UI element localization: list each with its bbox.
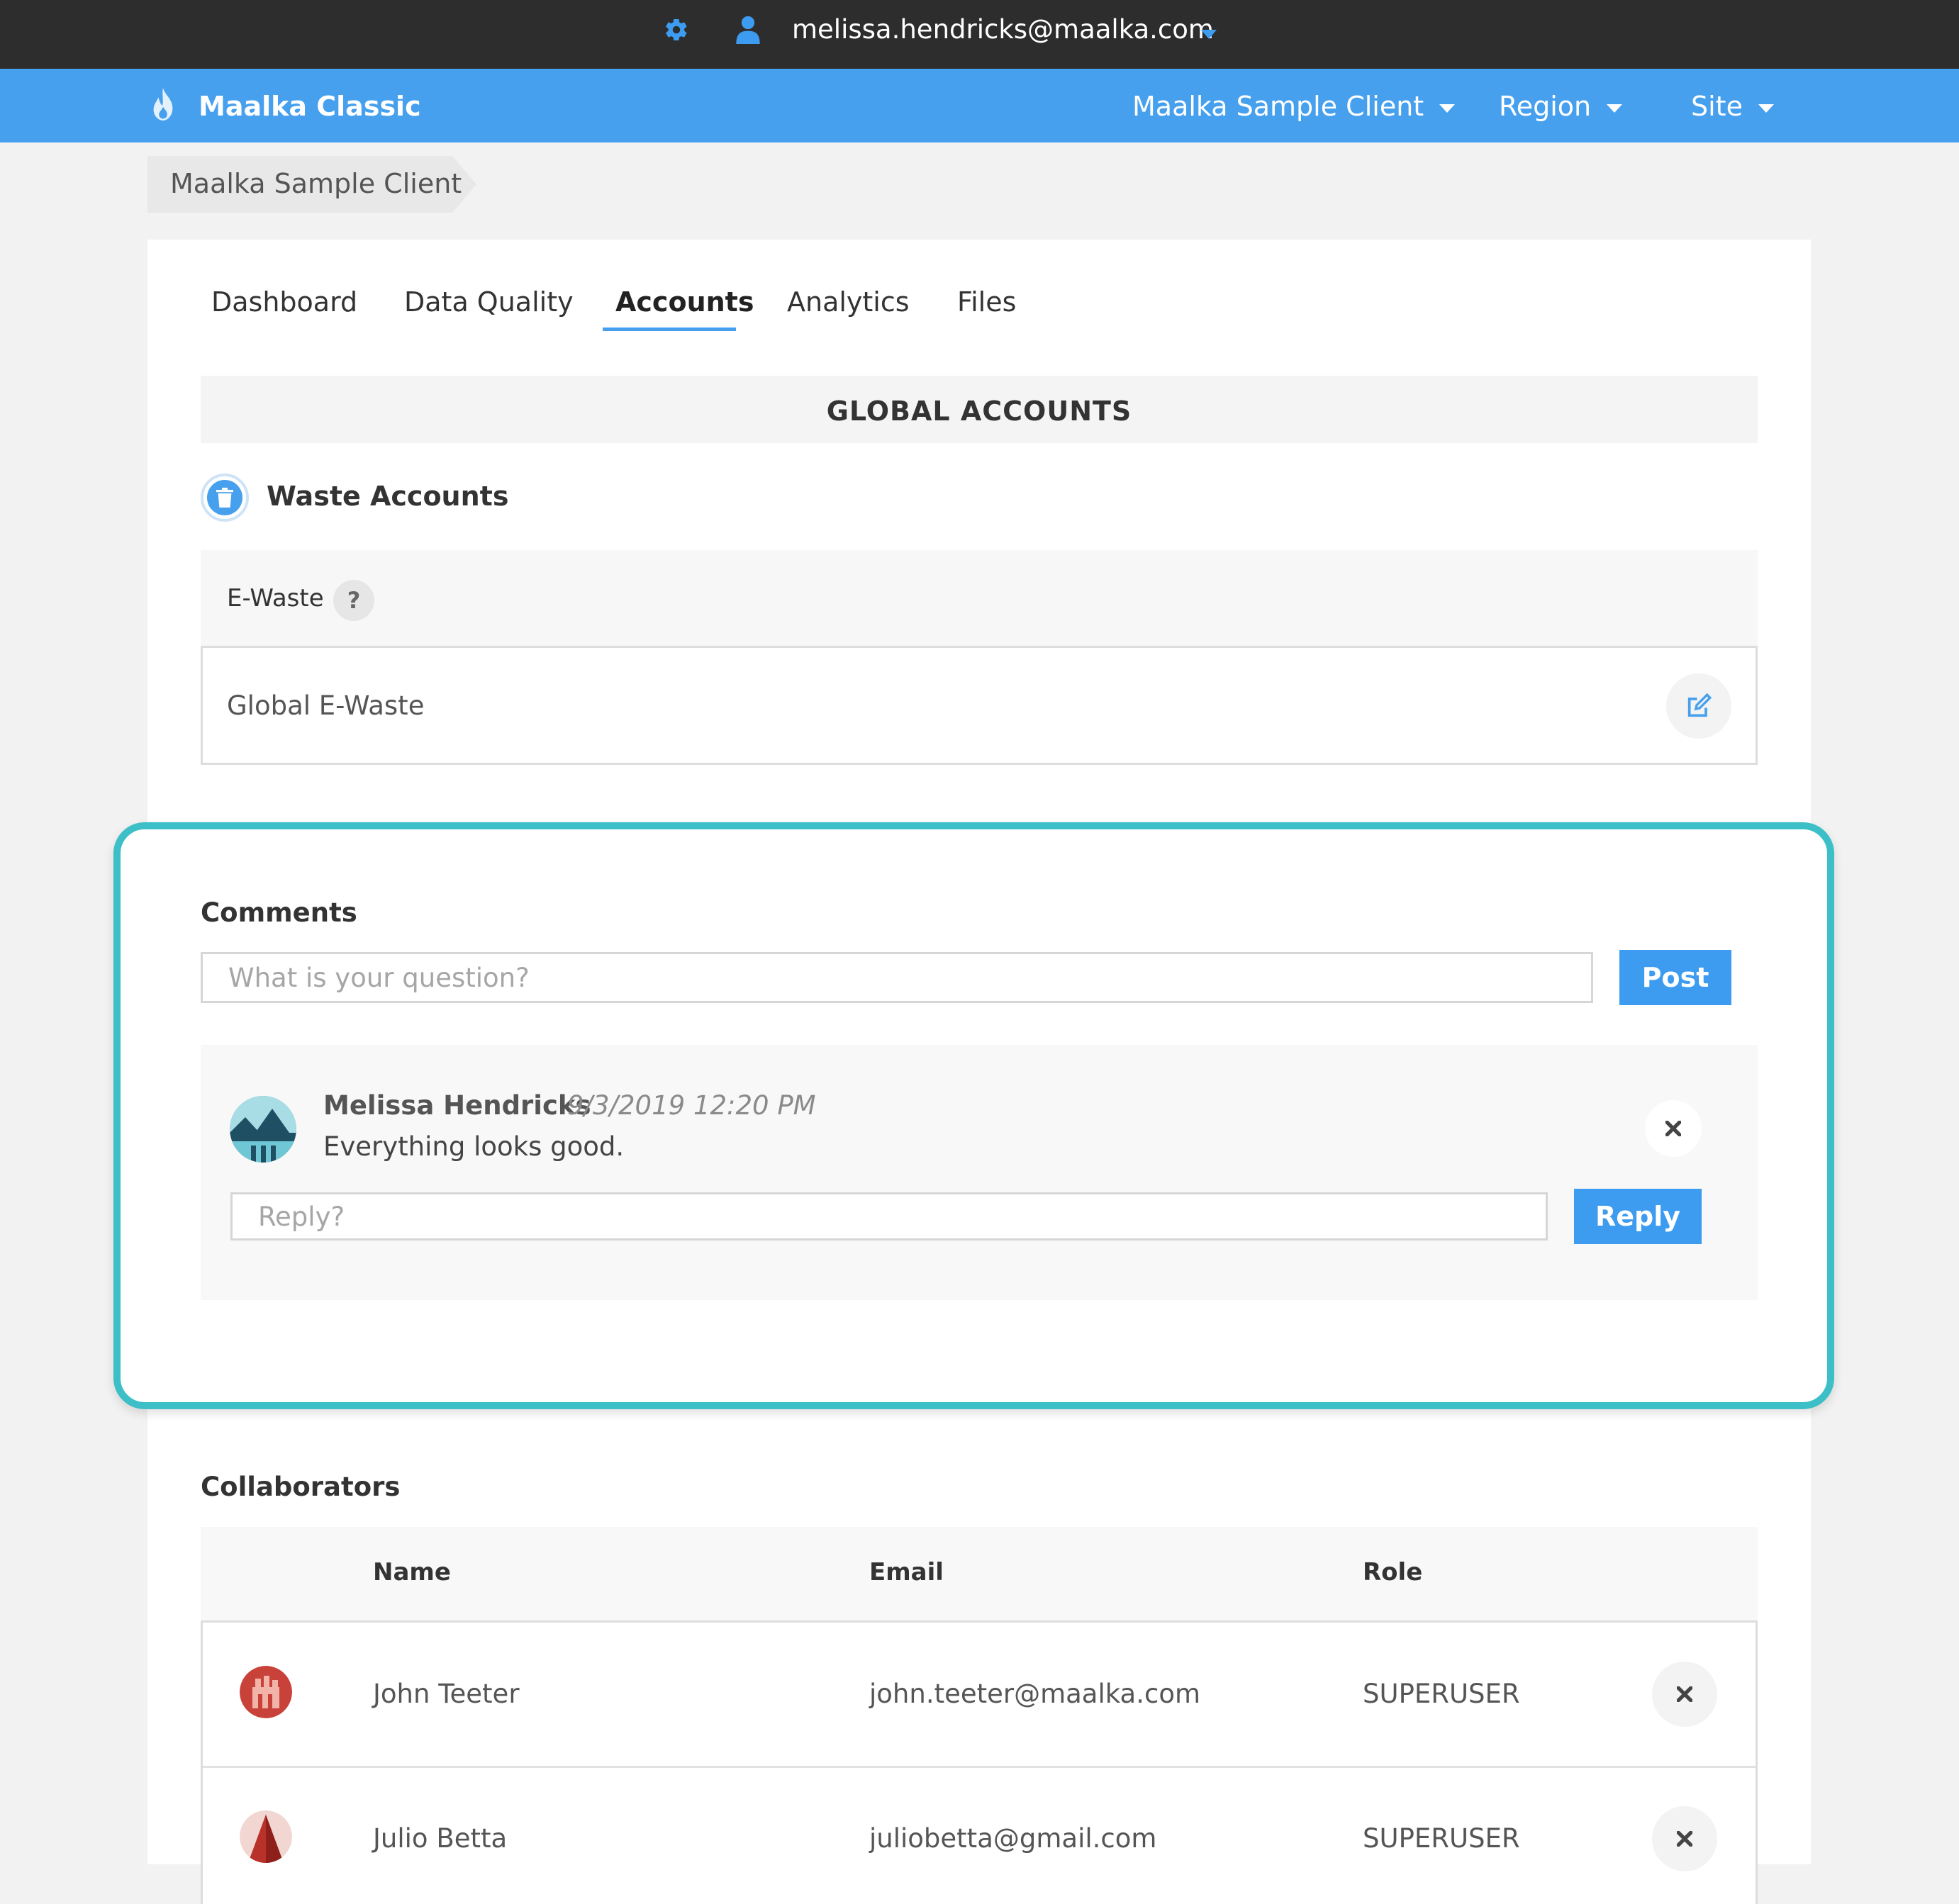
column-header-name: Name	[373, 1558, 451, 1586]
breadcrumb-item-client[interactable]: Maalka Sample Client	[170, 165, 462, 202]
tab-accounts[interactable]: Accounts	[615, 284, 754, 320]
flame-icon	[153, 88, 173, 121]
active-tab-indicator	[603, 327, 736, 331]
collaborators-title: Collaborators	[201, 1472, 401, 1502]
collaborator-role: SUPERUSER	[1363, 1679, 1520, 1709]
ewaste-header	[201, 550, 1758, 646]
trash-icon	[216, 488, 233, 508]
comment-timestamp: 9/3/2019 12:20 PM	[567, 1090, 816, 1121]
reply-input[interactable]	[230, 1192, 1548, 1241]
collaborator-name: John Teeter	[373, 1679, 520, 1709]
caret-down-icon	[1439, 103, 1456, 113]
avatar	[240, 1666, 292, 1718]
close-icon	[1665, 1121, 1681, 1136]
tab-data-quality[interactable]: Data Quality	[404, 284, 574, 320]
nav-region-label: Region	[1499, 91, 1592, 122]
waste-accounts-title: Waste Accounts	[267, 481, 509, 512]
collaborator-email: john.teeter@maalka.com	[869, 1679, 1200, 1709]
app-brand[interactable]: Maalka Classic	[199, 88, 421, 125]
collaborator-email: juliobetta@gmail.com	[869, 1823, 1157, 1854]
caret-down-icon	[1758, 103, 1775, 113]
ewaste-label: E-Waste	[227, 584, 324, 612]
user-email[interactable]: melissa.hendricks@maalka.com	[792, 13, 1214, 47]
caret-down-icon[interactable]	[1201, 30, 1217, 40]
column-header-email: Email	[869, 1558, 944, 1586]
close-icon	[1677, 1686, 1692, 1702]
nav-client-dropdown[interactable]: Maalka Sample Client	[1132, 88, 1456, 125]
comment-text: Everything looks good.	[323, 1131, 625, 1162]
ewaste-account-name: Global E-Waste	[227, 690, 425, 721]
comments-title: Comments	[201, 897, 357, 928]
gear-icon[interactable]	[664, 17, 689, 43]
collaborators-table	[201, 1620, 1758, 1904]
comment-item	[201, 1045, 1758, 1300]
collaborator-role: SUPERUSER	[1363, 1823, 1520, 1854]
ewaste-account-row	[201, 646, 1758, 765]
help-icon[interactable]: ?	[333, 580, 374, 621]
comment-author: Melissa Hendricks	[323, 1090, 591, 1121]
tab-files[interactable]: Files	[957, 284, 1016, 320]
avatar	[240, 1810, 292, 1863]
collaborator-name: Julio Betta	[373, 1823, 508, 1854]
column-header-role: Role	[1363, 1558, 1423, 1586]
global-accounts-title: GLOBAL ACCOUNTS	[826, 396, 1132, 427]
user-icon	[736, 16, 760, 44]
close-icon	[1677, 1831, 1692, 1847]
nav-region-dropdown[interactable]: Region	[1499, 88, 1623, 125]
caret-down-icon	[1607, 103, 1623, 113]
post-button[interactable]: Post	[1619, 950, 1731, 1005]
tab-analytics[interactable]: Analytics	[787, 284, 910, 320]
tab-dashboard[interactable]: Dashboard	[211, 284, 357, 320]
row-divider	[203, 1766, 1756, 1768]
nav-site-dropdown[interactable]: Site	[1691, 88, 1775, 125]
edit-icon	[1687, 693, 1712, 717]
nav-client-label: Maalka Sample Client	[1132, 91, 1424, 122]
nav-site-label: Site	[1691, 91, 1743, 122]
question-input[interactable]	[201, 952, 1593, 1003]
reply-button[interactable]: Reply	[1574, 1189, 1702, 1244]
avatar	[230, 1096, 296, 1163]
